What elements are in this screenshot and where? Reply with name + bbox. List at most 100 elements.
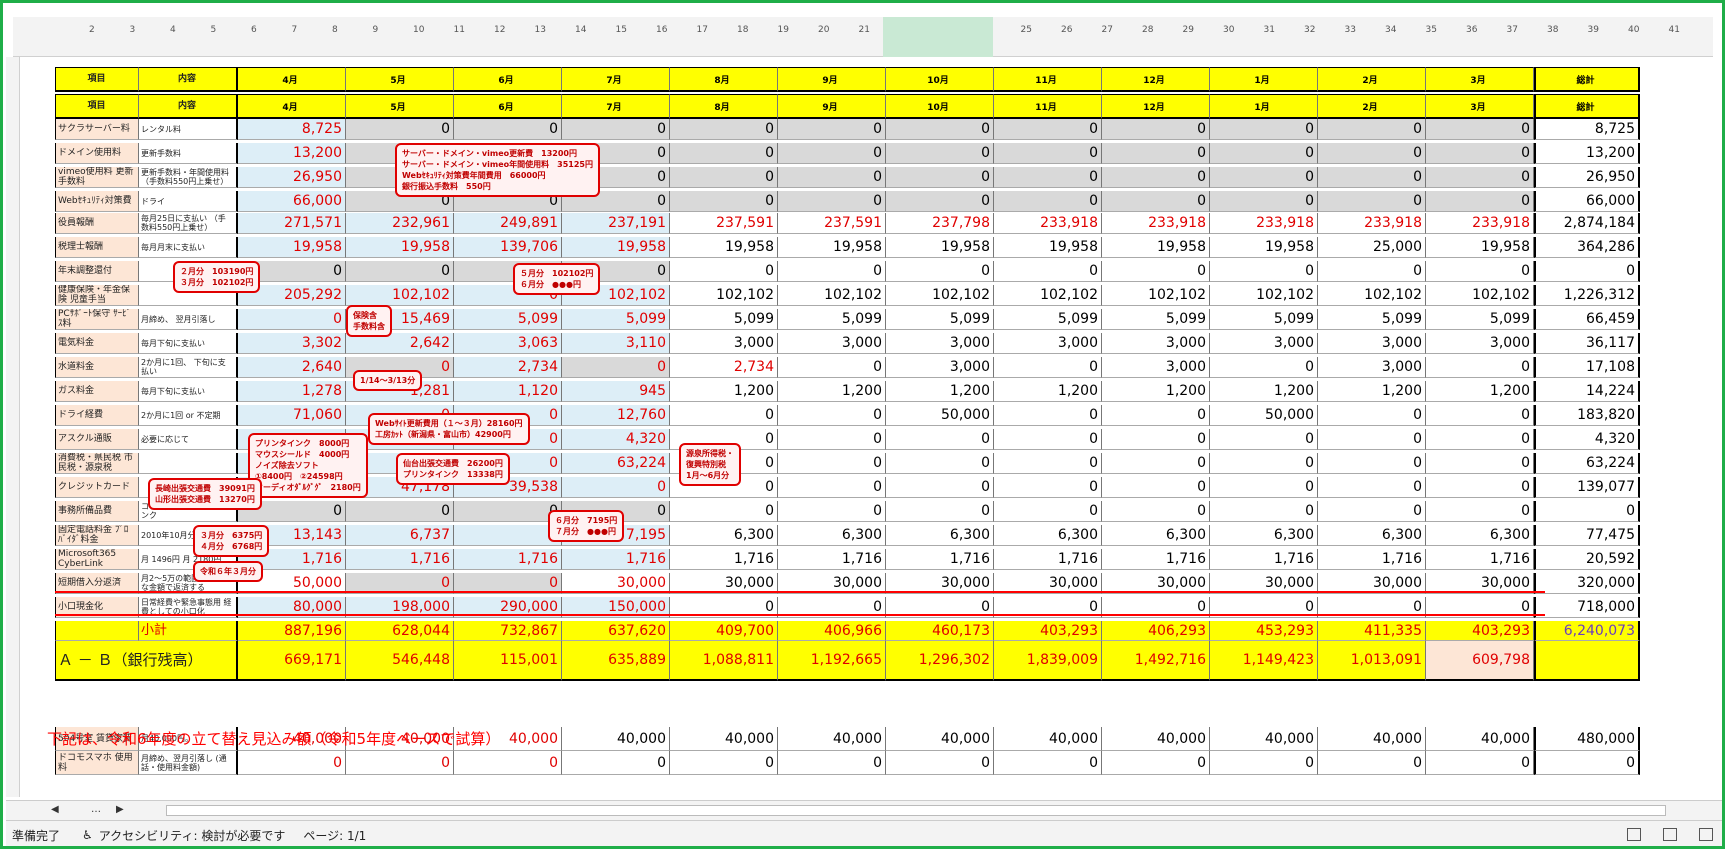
value-cell[interactable]: 6,737 [346, 525, 454, 546]
value-cell[interactable]: 0 [994, 429, 1102, 450]
value-cell[interactable]: 0 [778, 191, 886, 212]
value-cell[interactable]: 0 [994, 167, 1102, 188]
value-cell[interactable]: 237,591 [670, 213, 778, 234]
bank-balance-value[interactable]: 1,492,716 [1102, 641, 1210, 681]
value-cell[interactable]: 1,716 [886, 549, 994, 570]
value-cell[interactable]: 0 [562, 477, 670, 498]
header-cell[interactable]: 10月 [886, 94, 994, 119]
value-cell[interactable]: 0 [1210, 143, 1318, 164]
bank-balance-label[interactable]: Ａ － Ｂ（銀行残高） [55, 641, 238, 681]
total-cell[interactable]: 17,108 [1534, 357, 1640, 378]
row-description[interactable]: 毎月下旬に支払い [139, 333, 238, 354]
header-cell[interactable]: 6月 [454, 94, 562, 119]
value-cell[interactable]: 1,278 [238, 381, 346, 402]
value-cell[interactable]: 1,716 [1102, 549, 1210, 570]
bank-balance-value[interactable]: 1,296,302 [886, 641, 994, 681]
value-cell[interactable]: 233,918 [1318, 213, 1426, 234]
row-item-label[interactable]: PCｻﾎﾟｰﾄ保守 ｻｰﾋﾞｽ料 [55, 309, 139, 330]
forecast-value[interactable]: 40,000 [886, 727, 994, 751]
value-cell[interactable]: 1,716 [1318, 549, 1426, 570]
value-cell[interactable]: 102,102 [994, 285, 1102, 306]
value-cell[interactable]: 102,102 [1210, 285, 1318, 306]
value-cell[interactable]: 0 [1102, 405, 1210, 426]
forecast-value[interactable]: 40,000 [1102, 727, 1210, 751]
bank-balance-value[interactable]: 609,798 [1426, 641, 1534, 681]
value-cell[interactable]: 3,000 [886, 357, 994, 378]
value-cell[interactable]: 1,716 [562, 549, 670, 570]
value-cell[interactable]: 0 [670, 167, 778, 188]
prev-sheet-button[interactable]: ◀ [51, 804, 59, 815]
value-cell[interactable]: 237,191 [562, 213, 670, 234]
value-cell[interactable]: 0 [886, 143, 994, 164]
value-cell[interactable]: 19,958 [886, 237, 994, 258]
value-cell[interactable]: 0 [670, 405, 778, 426]
value-cell[interactable]: 0 [886, 453, 994, 474]
value-cell[interactable]: 102,102 [886, 285, 994, 306]
value-cell[interactable]: 0 [1318, 405, 1426, 426]
value-cell[interactable]: 0 [1318, 143, 1426, 164]
total-cell[interactable]: 77,475 [1534, 525, 1640, 546]
value-cell[interactable]: 0 [778, 167, 886, 188]
forecast-total[interactable]: 480,000 [1534, 727, 1640, 751]
subtotal-value[interactable]: 637,620 [562, 621, 670, 641]
value-cell[interactable]: 5,099 [1318, 309, 1426, 330]
header-cell[interactable]: 2月 [1318, 94, 1426, 119]
header-cell[interactable]: 項目 [55, 67, 139, 92]
value-cell[interactable]: 0 [1318, 429, 1426, 450]
value-cell[interactable]: 271,571 [238, 213, 346, 234]
value-cell[interactable]: 0 [994, 357, 1102, 378]
bank-balance-total[interactable] [1534, 641, 1640, 681]
value-cell[interactable]: 5,099 [670, 309, 778, 330]
total-cell[interactable]: 8,725 [1534, 119, 1640, 140]
header-cell[interactable]: 5月 [346, 94, 454, 119]
value-cell[interactable]: 0 [670, 261, 778, 282]
forecast-value[interactable]: 0 [886, 751, 994, 775]
value-cell[interactable]: 233,918 [1210, 213, 1318, 234]
value-cell[interactable]: 0 [886, 261, 994, 282]
total-cell[interactable]: 0 [1534, 501, 1640, 522]
header-cell[interactable]: 8月 [670, 67, 778, 92]
row-description[interactable]: 毎月25日に支払い （手数料550円上乗せ） [139, 213, 238, 234]
value-cell[interactable]: 0 [1210, 477, 1318, 498]
total-cell[interactable]: 14,224 [1534, 381, 1640, 402]
value-cell[interactable]: 233,918 [994, 213, 1102, 234]
value-cell[interactable]: 0 [454, 525, 562, 546]
header-cell[interactable]: 内容 [139, 94, 238, 119]
value-cell[interactable]: 0 [1210, 501, 1318, 522]
forecast-value[interactable]: 40,000 [994, 727, 1102, 751]
value-cell[interactable]: 0 [1210, 167, 1318, 188]
value-cell[interactable]: 0 [1102, 119, 1210, 140]
row-description[interactable]: 毎月下旬に支払い [139, 381, 238, 402]
value-cell[interactable]: 3,000 [1102, 357, 1210, 378]
row-item-label[interactable]: vimeo使用料 更新手数料 [55, 167, 139, 188]
value-cell[interactable]: 1,200 [1426, 381, 1534, 402]
value-cell[interactable]: 3,302 [238, 333, 346, 354]
total-cell[interactable]: 320,000 [1534, 573, 1640, 594]
row-item-label[interactable]: 固定電話料金 ﾌﾟﾛﾊﾞｲﾀﾞ料金 [55, 525, 139, 546]
value-cell[interactable]: 5,099 [994, 309, 1102, 330]
value-cell[interactable]: 0 [1426, 453, 1534, 474]
value-cell[interactable]: 233,918 [1102, 213, 1210, 234]
value-cell[interactable]: 0 [1102, 477, 1210, 498]
row-item-label[interactable]: 年末調整還付 [55, 261, 139, 282]
value-cell[interactable]: 3,000 [1426, 333, 1534, 354]
header-cell[interactable]: 7月 [562, 67, 670, 92]
value-cell[interactable]: 71,060 [238, 405, 346, 426]
value-cell[interactable]: 3,000 [778, 333, 886, 354]
value-cell[interactable]: 0 [778, 357, 886, 378]
value-cell[interactable]: 0 [1210, 453, 1318, 474]
value-cell[interactable]: 233,918 [1426, 213, 1534, 234]
value-cell[interactable]: 6,300 [778, 525, 886, 546]
value-cell[interactable]: 0 [670, 143, 778, 164]
row-item-label[interactable]: 事務所備品費 [55, 501, 139, 522]
value-cell[interactable]: 50,000 [886, 405, 994, 426]
value-cell[interactable]: 3,000 [1318, 333, 1426, 354]
total-cell[interactable]: 36,117 [1534, 333, 1640, 354]
value-cell[interactable]: 6,300 [1210, 525, 1318, 546]
value-cell[interactable]: 0 [1318, 501, 1426, 522]
subtotal-value[interactable]: 460,173 [886, 621, 994, 641]
value-cell[interactable]: 19,958 [1210, 237, 1318, 258]
value-cell[interactable]: 3,000 [670, 333, 778, 354]
subtotal-value[interactable]: 628,044 [346, 621, 454, 641]
value-cell[interactable]: 0 [562, 357, 670, 378]
